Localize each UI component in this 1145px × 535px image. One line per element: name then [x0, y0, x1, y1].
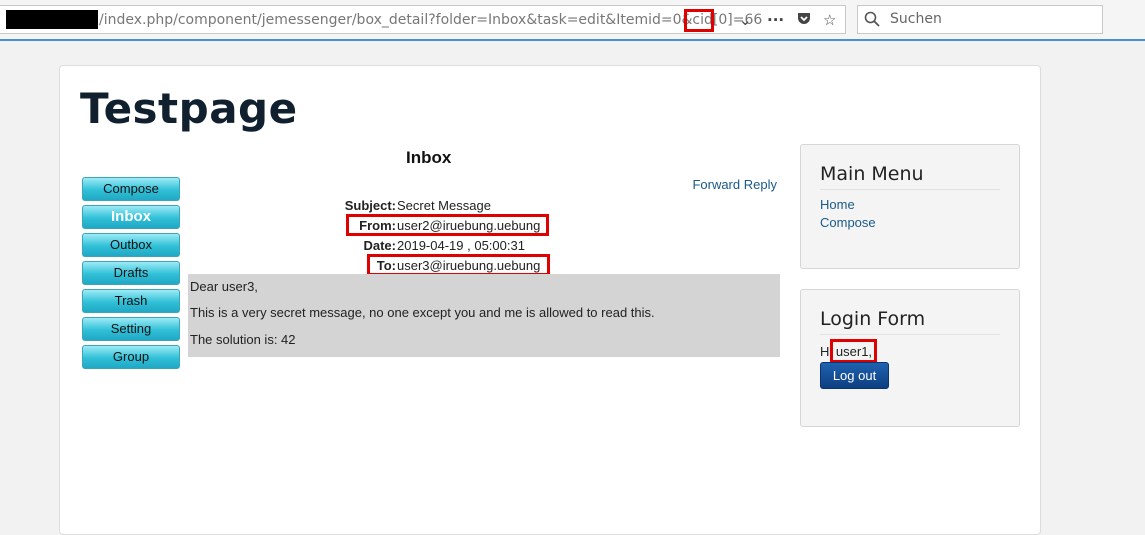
from-value: user2@iruebung.uebung: [397, 218, 541, 233]
username-highlight: [830, 339, 877, 363]
nav-setting-button[interactable]: Setting: [82, 317, 180, 341]
nav-outbox-button[interactable]: Outbox: [82, 233, 180, 257]
logout-button[interactable]: Log out: [820, 362, 889, 389]
search-icon: [864, 11, 880, 27]
message-actions: Forward Reply: [692, 177, 777, 192]
menu-home-link[interactable]: Home: [820, 197, 855, 212]
body-line: Dear user3,: [190, 279, 258, 294]
from-label: From:: [359, 218, 396, 233]
subject-value: Secret Message: [397, 198, 491, 213]
pocket-icon[interactable]: [796, 10, 812, 31]
chevron-down-icon[interactable]: ⌄: [739, 10, 752, 30]
message-body: Dear user3, This is a very secret messag…: [188, 274, 780, 357]
menu-compose-link[interactable]: Compose: [820, 215, 876, 230]
folder-title: Inbox: [406, 148, 452, 167]
url-text[interactable]: /index.php/component/jemessenger/box_det…: [99, 12, 762, 28]
date-value: 2019-04-19 , 05:00:31: [397, 238, 525, 253]
reply-link[interactable]: Reply: [744, 177, 777, 192]
to-label: To:: [376, 258, 396, 273]
body-line: This is a very secret message, no one ex…: [190, 305, 655, 320]
site-title: Testpage: [80, 84, 298, 133]
url-id-highlight: [684, 9, 714, 32]
main-menu-module: Main Menu Home Compose: [800, 144, 1020, 269]
main-menu-title: Main Menu: [820, 163, 1000, 190]
redacted-host: [6, 10, 98, 29]
to-value: user3@iruebung.uebung: [397, 258, 541, 273]
subject-label: Subject:: [344, 198, 396, 213]
star-bookmark-icon[interactable]: ☆: [823, 10, 836, 30]
forward-link[interactable]: Forward: [692, 177, 740, 192]
nav-inbox-button[interactable]: Inbox: [82, 205, 180, 229]
search-input[interactable]: [890, 11, 1090, 27]
nav-group-button[interactable]: Group: [82, 345, 180, 369]
browser-toolbar: /index.php/component/jemessenger/box_det…: [0, 0, 1145, 41]
body-line: The solution is: 42: [190, 332, 296, 347]
date-label: Date:: [363, 238, 396, 253]
nav-trash-button[interactable]: Trash: [82, 289, 180, 313]
search-box[interactable]: [857, 5, 1103, 34]
more-actions-icon[interactable]: ···: [767, 10, 784, 30]
page-container: Testpage Compose Inbox Outbox Drafts Tra…: [59, 65, 1041, 535]
nav-drafts-button[interactable]: Drafts: [82, 261, 180, 285]
nav-compose-button[interactable]: Compose: [82, 177, 180, 201]
login-form-title: Login Form: [820, 308, 1000, 335]
login-form-module: Login Form Hi user1, Log out: [800, 289, 1020, 427]
url-bar[interactable]: /index.php/component/jemessenger/box_det…: [0, 5, 846, 34]
